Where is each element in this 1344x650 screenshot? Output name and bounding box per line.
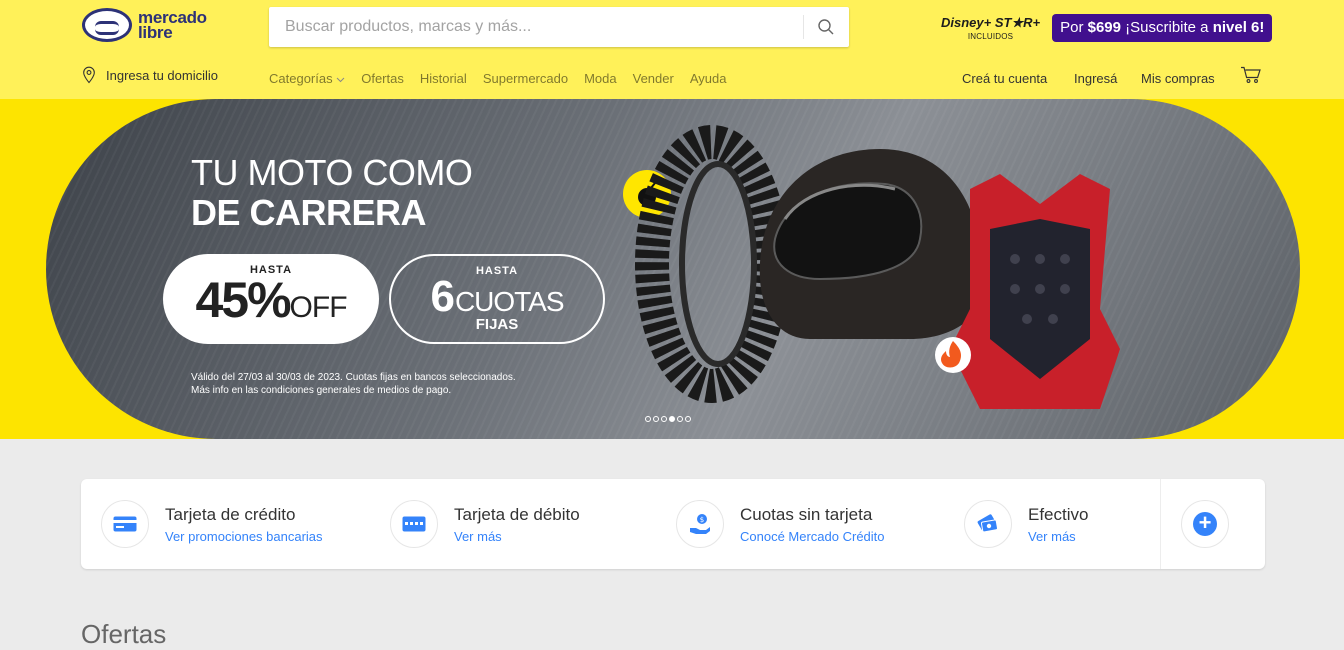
nav-categorias[interactable]: Categorías	[269, 71, 345, 86]
legal-line1: Válido del 27/03 al 30/03 de 2023. Cuota…	[191, 372, 516, 383]
payment-link[interactable]: Ver más	[454, 529, 580, 544]
payment-title: Cuotas sin tarjeta	[740, 504, 873, 524]
section-title-ofertas: Ofertas	[81, 619, 167, 649]
installments-pre: HASTA	[475, 265, 519, 277]
carousel-dot-active[interactable]	[669, 416, 675, 422]
handshake-icon	[82, 8, 132, 42]
carousel-dot[interactable]	[677, 416, 683, 422]
payment-separator	[1160, 479, 1161, 569]
payment-title: Efectivo	[1028, 504, 1089, 524]
subscription-promo[interactable]: Disney+ ST★R+ INCLUIDOS Por $699 ¡Suscri…	[941, 14, 1273, 42]
carousel-dots	[645, 416, 691, 422]
moto-products-image	[623, 125, 1120, 409]
chevron-down-icon	[336, 77, 345, 83]
fire-badge-icon	[935, 337, 971, 373]
search-bar	[269, 7, 849, 47]
payment-link[interactable]: Ver más	[1028, 529, 1088, 544]
login-link[interactable]: Ingresá	[1074, 71, 1117, 86]
helmet-icon	[759, 149, 982, 339]
location-label: Ingresa tu domicilio	[106, 67, 218, 83]
payment-debit-card[interactable]: Tarjeta de débito Ver más	[390, 479, 580, 569]
promo-level: nivel 6	[1212, 19, 1260, 36]
create-account-link[interactable]: Creá tu cuenta	[962, 71, 1047, 86]
plus-icon: +	[1193, 512, 1217, 536]
payment-link[interactable]: Conocé Mercado Crédito	[740, 529, 885, 544]
cart-icon	[1241, 66, 1261, 83]
hero-title-line1: TU MOTO COMO	[191, 152, 473, 193]
payment-credit-card[interactable]: Tarjeta de crédito Ver promociones banca…	[101, 479, 323, 569]
promo-text: ¡Suscribite a	[1120, 19, 1213, 36]
discount-suffix: OFF	[289, 291, 348, 324]
promo-prefix: Por	[1060, 19, 1088, 36]
mercadolibre-logo[interactable]: mercado libre	[82, 8, 207, 42]
svg-text:$: $	[700, 516, 704, 524]
debit-card-icon	[390, 500, 438, 548]
disney-star-logo: Disney+ ST★R+ INCLUIDOS	[941, 15, 1040, 41]
location-pin-icon	[83, 66, 95, 84]
promo-brand-names: Disney+ ST★R+	[941, 15, 1041, 30]
payment-installments[interactable]: $ Cuotas sin tarjeta Conocé Mercado Créd…	[676, 479, 885, 569]
mercado-credito-icon: $	[676, 500, 724, 548]
installments-badge: HASTA 6CUOTAS FIJAS	[389, 254, 605, 344]
promo-suffix: !	[1259, 19, 1265, 36]
legal-line2: Más info en las condiciones generales de…	[191, 385, 452, 396]
payment-title: Tarjeta de débito	[454, 504, 580, 524]
cart-button[interactable]	[1240, 66, 1262, 89]
header: mercado libre Disney+ ST★R+ INCLUIDOS Po…	[0, 0, 1344, 99]
chest-protector-icon	[950, 174, 1120, 409]
nav-historial[interactable]: Historial	[420, 71, 467, 86]
nav-supermercado[interactable]: Supermercado	[483, 71, 568, 86]
carousel-dot[interactable]	[661, 416, 667, 422]
search-button[interactable]	[809, 13, 843, 41]
nav-vender[interactable]: Vender	[633, 71, 674, 86]
payment-methods-card: Tarjeta de crédito Ver promociones banca…	[81, 479, 1265, 569]
search-input[interactable]	[269, 7, 803, 47]
subscribe-level6-button[interactable]: Por $699 ¡Suscribite a nivel 6!	[1052, 14, 1273, 42]
nav-moda[interactable]: Moda	[584, 71, 617, 86]
tire-icon	[635, 125, 789, 403]
more-payment-methods-button[interactable]: +	[1181, 500, 1229, 548]
payment-link[interactable]: Ver promociones bancarias	[165, 529, 323, 544]
promo-included: INCLUIDOS	[967, 32, 1014, 41]
nav-ayuda[interactable]: Ayuda	[690, 71, 727, 86]
location-selector[interactable]: Ingresa tu domicilio	[82, 66, 218, 84]
my-purchases-link[interactable]: Mis compras	[1141, 71, 1215, 86]
carousel-dot[interactable]	[685, 416, 691, 422]
nav-categorias-label: Categorías	[269, 71, 333, 86]
cash-icon	[964, 500, 1012, 548]
payment-cash[interactable]: Efectivo Ver más	[964, 479, 1088, 569]
carousel-dot[interactable]	[653, 416, 659, 422]
hero-legal-text: Válido del 27/03 al 30/03 de 2023. Cuota…	[191, 371, 516, 397]
installments-value: 6	[430, 272, 455, 321]
discount-badge: HASTA 45%OFF	[163, 254, 379, 344]
search-divider	[803, 15, 804, 39]
installments-post: FIJAS	[475, 316, 519, 333]
hero-title-line2: DE CARRERA	[191, 192, 427, 233]
promo-price: $699	[1087, 19, 1121, 36]
hero-banner[interactable]: TU MOTO COMO DE CARRERA HASTA 45%OFF HAS…	[0, 99, 1344, 439]
carousel-dot[interactable]	[645, 416, 651, 422]
credit-card-icon	[101, 500, 149, 548]
search-icon	[818, 19, 834, 35]
discount-value: 45%	[195, 272, 291, 328]
logo-text-line2: libre	[138, 23, 173, 42]
nav-ofertas[interactable]: Ofertas	[361, 71, 404, 86]
main-nav: Categorías Ofertas Historial Supermercad…	[269, 71, 726, 86]
installments-suffix: CUOTAS	[454, 286, 565, 317]
payment-title: Tarjeta de crédito	[165, 504, 296, 524]
logo-text: mercado libre	[138, 9, 207, 42]
